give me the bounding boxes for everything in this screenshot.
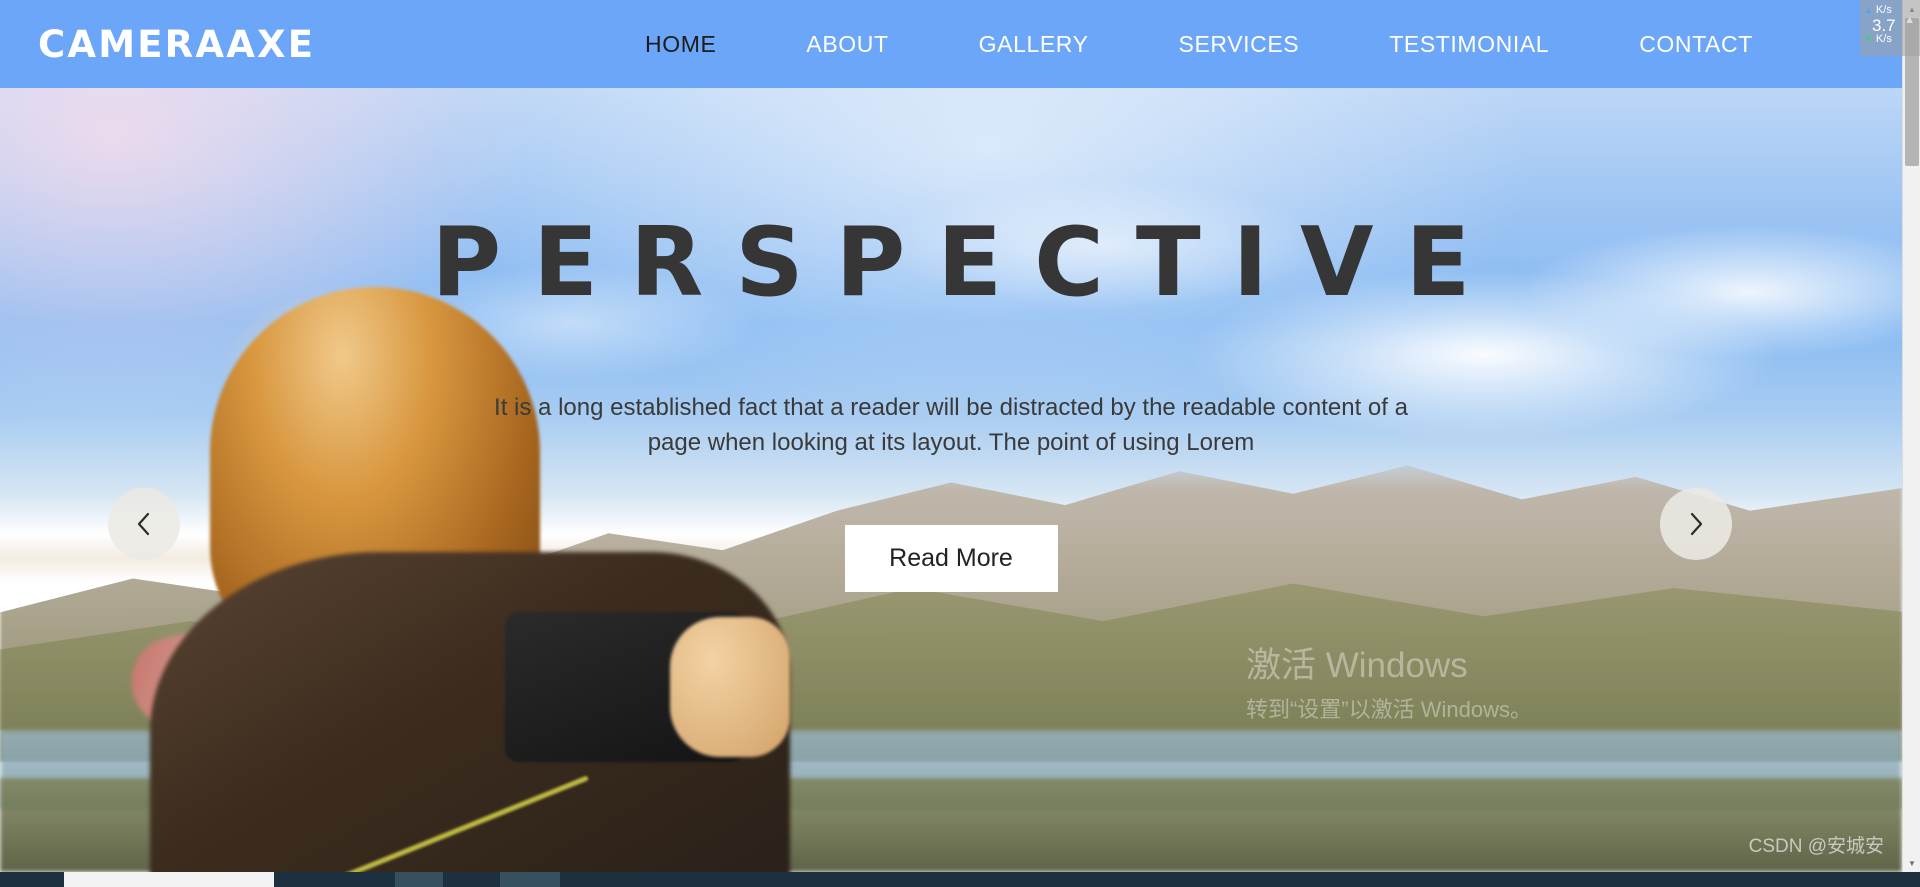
browser-viewport: CAMERAAXE HOME ABOUT GALLERY SERVICES TE…	[0, 0, 1902, 872]
nav-item-contact[interactable]: CONTACT	[1594, 0, 1798, 88]
taskbar-window-thumb-2[interactable]	[395, 872, 443, 887]
site-header: CAMERAAXE HOME ABOUT GALLERY SERVICES TE…	[0, 0, 1902, 88]
screen: CAMERAAXE HOME ABOUT GALLERY SERVICES TE…	[0, 0, 1920, 887]
network-speed-widget[interactable]: ▲ K/s 3.7 ▼ K/s ▲	[1860, 0, 1920, 56]
taskbar-window-thumb-3[interactable]	[500, 872, 560, 887]
nav-item-services[interactable]: SERVICES	[1134, 0, 1345, 88]
upload-arrow-icon: ▲	[1864, 5, 1873, 15]
read-more-button[interactable]: Read More	[844, 524, 1058, 592]
chevron-right-icon	[1686, 510, 1706, 538]
tray-expand-caret-icon[interactable]: ▲	[1904, 14, 1915, 26]
network-upload-unit: K/s	[1875, 4, 1892, 16]
taskbar	[0, 872, 1920, 887]
download-arrow-icon: ▼	[1864, 34, 1873, 44]
main-nav: HOME ABOUT GALLERY SERVICES TESTIMONIAL …	[600, 0, 1798, 88]
page-scrollbar[interactable]: ▲ ▼	[1902, 0, 1920, 872]
carousel-prev-button[interactable]	[108, 488, 180, 560]
nav-item-testimonial[interactable]: TESTIMONIAL	[1344, 0, 1594, 88]
nav-item-home[interactable]: HOME	[600, 0, 761, 88]
taskbar-window-thumb-1[interactable]	[64, 872, 274, 887]
site-logo[interactable]: CAMERAAXE	[38, 26, 315, 63]
nav-item-about[interactable]: ABOUT	[761, 0, 933, 88]
network-download-row: ▼ K/s	[1864, 34, 1892, 45]
scrollbar-down-arrow-icon[interactable]: ▼	[1903, 854, 1920, 872]
hero-slider: PERSPECTIVE It is a long established fac…	[0, 88, 1902, 872]
carousel-next-button[interactable]	[1660, 488, 1732, 560]
hero-title: PERSPECTIVE	[431, 208, 1503, 318]
nav-item-gallery[interactable]: GALLERY	[934, 0, 1134, 88]
hero-content: PERSPECTIVE It is a long established fac…	[0, 88, 1902, 872]
network-download-unit: K/s	[1875, 33, 1892, 45]
hero-subtitle: It is a long established fact that a rea…	[494, 393, 1408, 457]
chevron-left-icon	[134, 510, 154, 538]
network-upload-row: ▲ K/s	[1864, 5, 1892, 16]
